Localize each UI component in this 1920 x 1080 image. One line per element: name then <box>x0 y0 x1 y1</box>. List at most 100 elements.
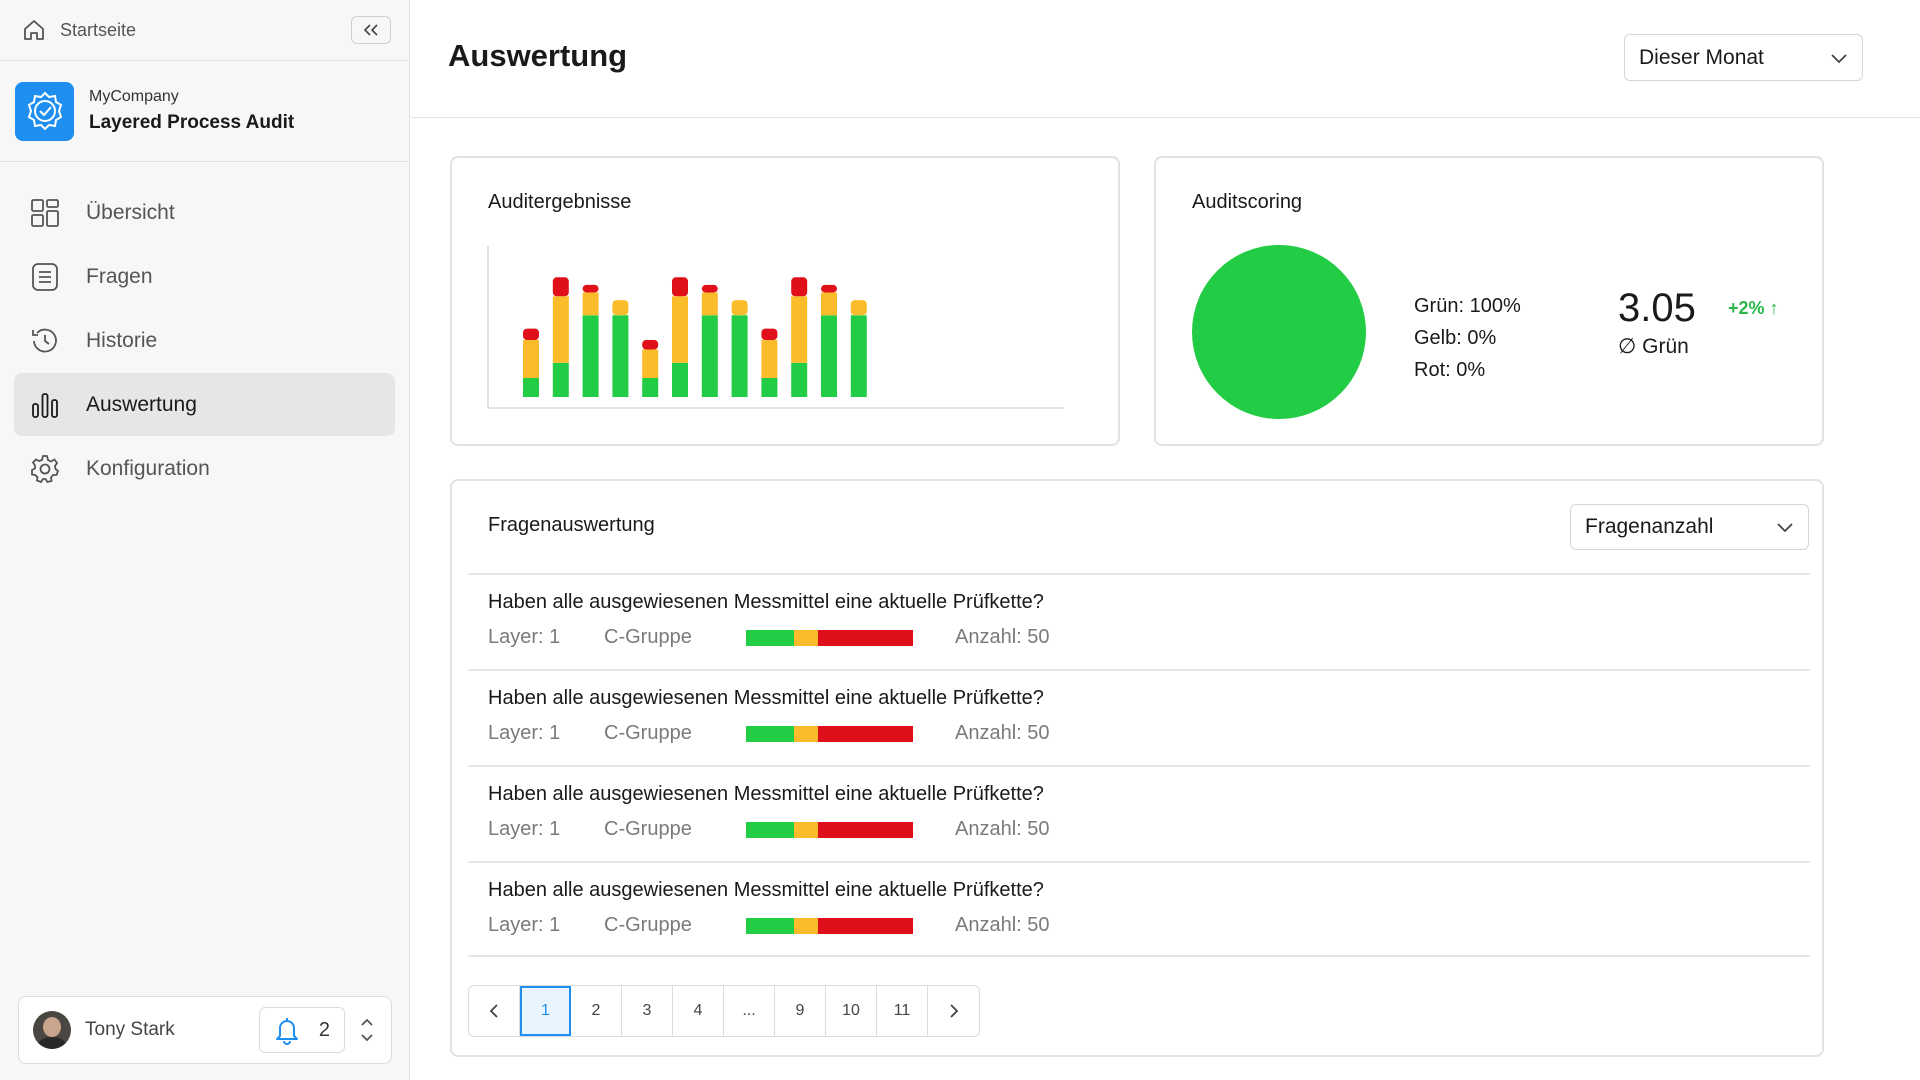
chevron-left-icon <box>489 1004 498 1018</box>
chart-bar <box>552 277 569 397</box>
bar-segment-red <box>817 629 913 646</box>
page-header: Auswertung Dieser Monat <box>411 0 1920 118</box>
nav-label: Übersicht <box>86 200 175 224</box>
period-select[interactable]: Dieser Monat <box>1624 34 1863 81</box>
chart-bar <box>850 300 867 397</box>
bar-segment-yellow <box>552 296 569 363</box>
brand-logo <box>15 81 74 141</box>
nav-item-uebersicht[interactable]: Übersicht <box>14 181 395 244</box>
home-icon[interactable] <box>22 17 48 43</box>
score-pie-chart <box>1192 245 1366 419</box>
question-text: Haben alle ausgewiesenen Messmittel eine… <box>488 879 1044 901</box>
page-button[interactable]: 11 <box>877 986 928 1036</box>
prev-page-button[interactable] <box>469 986 520 1036</box>
question-text: Haben alle ausgewiesenen Messmittel eine… <box>488 591 1044 613</box>
bar-segment-yellow <box>761 340 778 378</box>
score-value: 3.05 <box>1618 286 1696 330</box>
question-group: C-Gruppe <box>604 626 692 648</box>
user-menu-toggle[interactable] <box>357 1016 377 1044</box>
question-text: Haben alle ausgewiesenen Messmittel eine… <box>488 687 1044 709</box>
score-delta: +2% ↑ <box>1728 298 1779 318</box>
question-metric-select[interactable]: Fragenanzahl <box>1570 504 1809 550</box>
bar-segment-yellow <box>701 292 718 316</box>
question-layer: Layer: 1 <box>488 914 561 936</box>
bar-segment-green <box>672 362 688 397</box>
audit-results-card: Auditergebnisse <box>450 156 1120 446</box>
bar-segment-green <box>612 315 629 397</box>
question-row[interactable]: Haben alle ausgewiesenen Messmittel eine… <box>468 669 1810 765</box>
verified-badge-icon <box>27 91 62 131</box>
gear-icon <box>28 452 62 486</box>
bar-segment-yellow <box>821 292 837 316</box>
question-count: Anzahl: 50 <box>955 722 1050 744</box>
nav-item-konfiguration[interactable]: Konfiguration <box>14 437 395 500</box>
main-nav: Übersicht Fragen Historie Auswertung Kon… <box>0 162 409 500</box>
grid-icon <box>28 196 62 230</box>
page-title: Auswertung <box>448 38 628 73</box>
collapse-sidebar-button[interactable] <box>351 16 391 44</box>
bar-segment-red <box>701 284 718 293</box>
bar-segment-yellow <box>794 629 818 646</box>
question-row[interactable]: Haben alle ausgewiesenen Messmittel eine… <box>468 765 1810 861</box>
chart-bar <box>612 300 629 397</box>
period-select-value: Dieser Monat <box>1639 45 1764 69</box>
question-result-bar <box>746 725 913 742</box>
chevron-down-icon <box>1831 53 1847 63</box>
bar-segment-yellow <box>791 296 808 363</box>
chart-bar <box>582 284 599 397</box>
card-title: Auditergebnisse <box>488 191 632 213</box>
user-name[interactable]: Tony Stark <box>85 1019 259 1041</box>
question-row[interactable]: Haben alle ausgewiesenen Messmittel eine… <box>468 861 1810 957</box>
bar-segment-yellow <box>794 821 818 838</box>
score-label: ∅ Grün <box>1618 335 1689 358</box>
bar-segment-yellow <box>642 349 659 378</box>
chevron-up-down-icon <box>361 1018 373 1042</box>
page-button[interactable]: 4 <box>673 986 724 1036</box>
chart-bar <box>821 284 837 397</box>
question-row[interactable]: Haben alle ausgewiesenen Messmittel eine… <box>468 573 1810 669</box>
history-icon <box>28 324 62 358</box>
bar-segment-yellow <box>731 300 748 316</box>
question-layer: Layer: 1 <box>488 818 561 840</box>
bar-segment-red <box>582 284 599 293</box>
nav-label: Konfiguration <box>86 456 210 480</box>
page-button[interactable]: 9 <box>775 986 826 1036</box>
pagination: 1 2 3 4 ... 9 10 11 <box>468 985 980 1037</box>
question-result-bar <box>746 821 913 838</box>
legend-green: Grün: 100% <box>1414 295 1521 317</box>
bar-segment-green <box>746 629 795 646</box>
bar-segment-green <box>761 378 778 397</box>
bar-segment-red <box>672 277 688 297</box>
notifications-button[interactable]: 2 <box>259 1007 345 1053</box>
page-button[interactable]: 3 <box>622 986 673 1036</box>
user-panel: Tony Stark 2 <box>18 996 392 1064</box>
double-chevron-left-icon <box>363 24 378 36</box>
notification-count: 2 <box>318 1018 330 1041</box>
brand-company: MyCompany <box>89 88 179 105</box>
bar-segment-red <box>552 277 569 297</box>
bar-segment-red <box>817 917 913 934</box>
bar-segment-yellow <box>850 300 867 316</box>
chart-bar <box>523 328 539 397</box>
list-icon <box>28 260 62 294</box>
bar-chart-icon <box>28 388 62 422</box>
bar-segment-yellow <box>582 292 599 316</box>
bar-segment-green <box>821 315 837 397</box>
nav-item-auswertung[interactable]: Auswertung <box>14 373 395 436</box>
card-title: Fragenauswertung <box>488 514 655 536</box>
page-button[interactable]: 10 <box>826 986 877 1036</box>
page-button[interactable]: 2 <box>571 986 622 1036</box>
bar-segment-yellow <box>794 917 818 934</box>
next-page-button[interactable] <box>928 986 979 1036</box>
bar-segment-green <box>850 315 867 397</box>
chevron-down-icon <box>1777 523 1793 533</box>
avatar[interactable] <box>33 1011 71 1049</box>
home-link[interactable]: Startseite <box>60 20 351 41</box>
page-button[interactable]: 1 <box>520 986 571 1036</box>
nav-item-fragen[interactable]: Fragen <box>14 245 395 308</box>
nav-item-historie[interactable]: Historie <box>14 309 395 372</box>
brand-product: Layered Process Audit <box>89 112 295 133</box>
audit-scoring-card: Auditscoring Grün: 100% Gelb: 0% Rot: 0%… <box>1154 156 1824 446</box>
bar-segment-yellow <box>794 725 818 742</box>
bar-segment-yellow <box>672 296 688 363</box>
